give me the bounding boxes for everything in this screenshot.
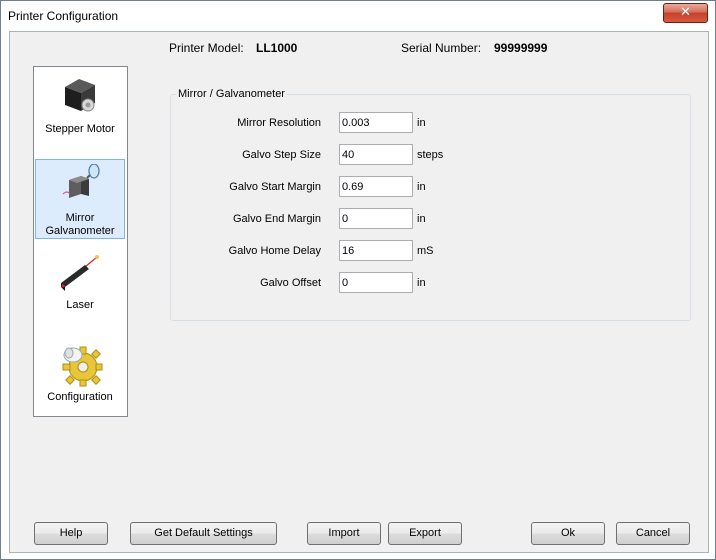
category-sidebar: Stepper Motor Mirror Galvanometer Laser … [33, 66, 128, 417]
galvo-step-size-label: Galvo Step Size [242, 149, 321, 161]
printer-configuration-window: Printer Configuration ✕ Printer Model: L… [0, 0, 716, 560]
import-button[interactable]: Import [307, 522, 381, 545]
sidebar-item-label: Laser [66, 299, 94, 311]
serial-number-label: Serial Number: [401, 41, 482, 55]
close-button[interactable]: ✕ [663, 3, 708, 23]
galvo-home-delay-unit: mS [417, 245, 434, 257]
sidebar-item-laser[interactable]: Laser [35, 247, 125, 327]
galvo-end-margin-input[interactable] [339, 208, 413, 229]
help-button[interactable]: Help [34, 522, 108, 545]
galvo-home-delay-label: Galvo Home Delay [228, 245, 321, 257]
sidebar-item-configuration[interactable]: Configuration [35, 337, 125, 413]
laser-icon [61, 255, 99, 291]
sidebar-item-label: Stepper Motor [45, 123, 115, 135]
mirror-resolution-unit: in [417, 117, 426, 129]
sidebar-item-mirror-galvanometer[interactable]: Mirror Galvanometer [35, 159, 125, 239]
serial-number-value: 99999999 [494, 41, 548, 55]
galvo-offset-input[interactable] [339, 272, 413, 293]
galvo-step-size-unit: steps [417, 149, 444, 161]
get-default-settings-button[interactable]: Get Default Settings [130, 522, 277, 545]
galvo-offset-unit: in [417, 277, 426, 289]
mirror-resolution-input[interactable] [339, 112, 413, 133]
printer-model-label: Printer Model: [169, 41, 244, 55]
export-button[interactable]: Export [388, 522, 462, 545]
mirror-galvanometer-icon [62, 164, 100, 198]
close-icon: ✕ [680, 5, 691, 20]
sidebar-item-label-line2: Galvanometer [45, 225, 115, 237]
sidebar-item-label-line1: Mirror [65, 212, 95, 224]
configuration-gear-icon [62, 346, 103, 387]
sidebar-item-label: Configuration [47, 391, 113, 403]
galvo-start-margin-label: Galvo Start Margin [229, 181, 321, 193]
ok-button[interactable]: Ok [531, 522, 605, 545]
mirror-resolution-label: Mirror Resolution [237, 117, 321, 129]
group-title: Mirror / Galvanometer [176, 88, 287, 100]
galvo-offset-label: Galvo Offset [260, 277, 321, 289]
galvo-start-margin-input[interactable] [339, 176, 413, 197]
window-title: Printer Configuration [8, 9, 119, 23]
sidebar-item-stepper-motor[interactable]: Stepper Motor [35, 69, 125, 155]
dialog-client-area: Printer Model: LL1000 Serial Number: 999… [9, 31, 709, 553]
galvo-end-margin-unit: in [417, 213, 426, 225]
galvo-end-margin-label: Galvo End Margin [232, 213, 321, 225]
printer-model-value: LL1000 [256, 41, 298, 55]
galvo-step-size-input[interactable] [339, 144, 413, 165]
stepper-motor-icon [65, 79, 95, 112]
cancel-button[interactable]: Cancel [616, 522, 690, 545]
galvo-home-delay-input[interactable] [339, 240, 413, 261]
galvo-start-margin-unit: in [417, 181, 426, 193]
title-bar[interactable]: Printer Configuration ✕ [1, 1, 715, 31]
